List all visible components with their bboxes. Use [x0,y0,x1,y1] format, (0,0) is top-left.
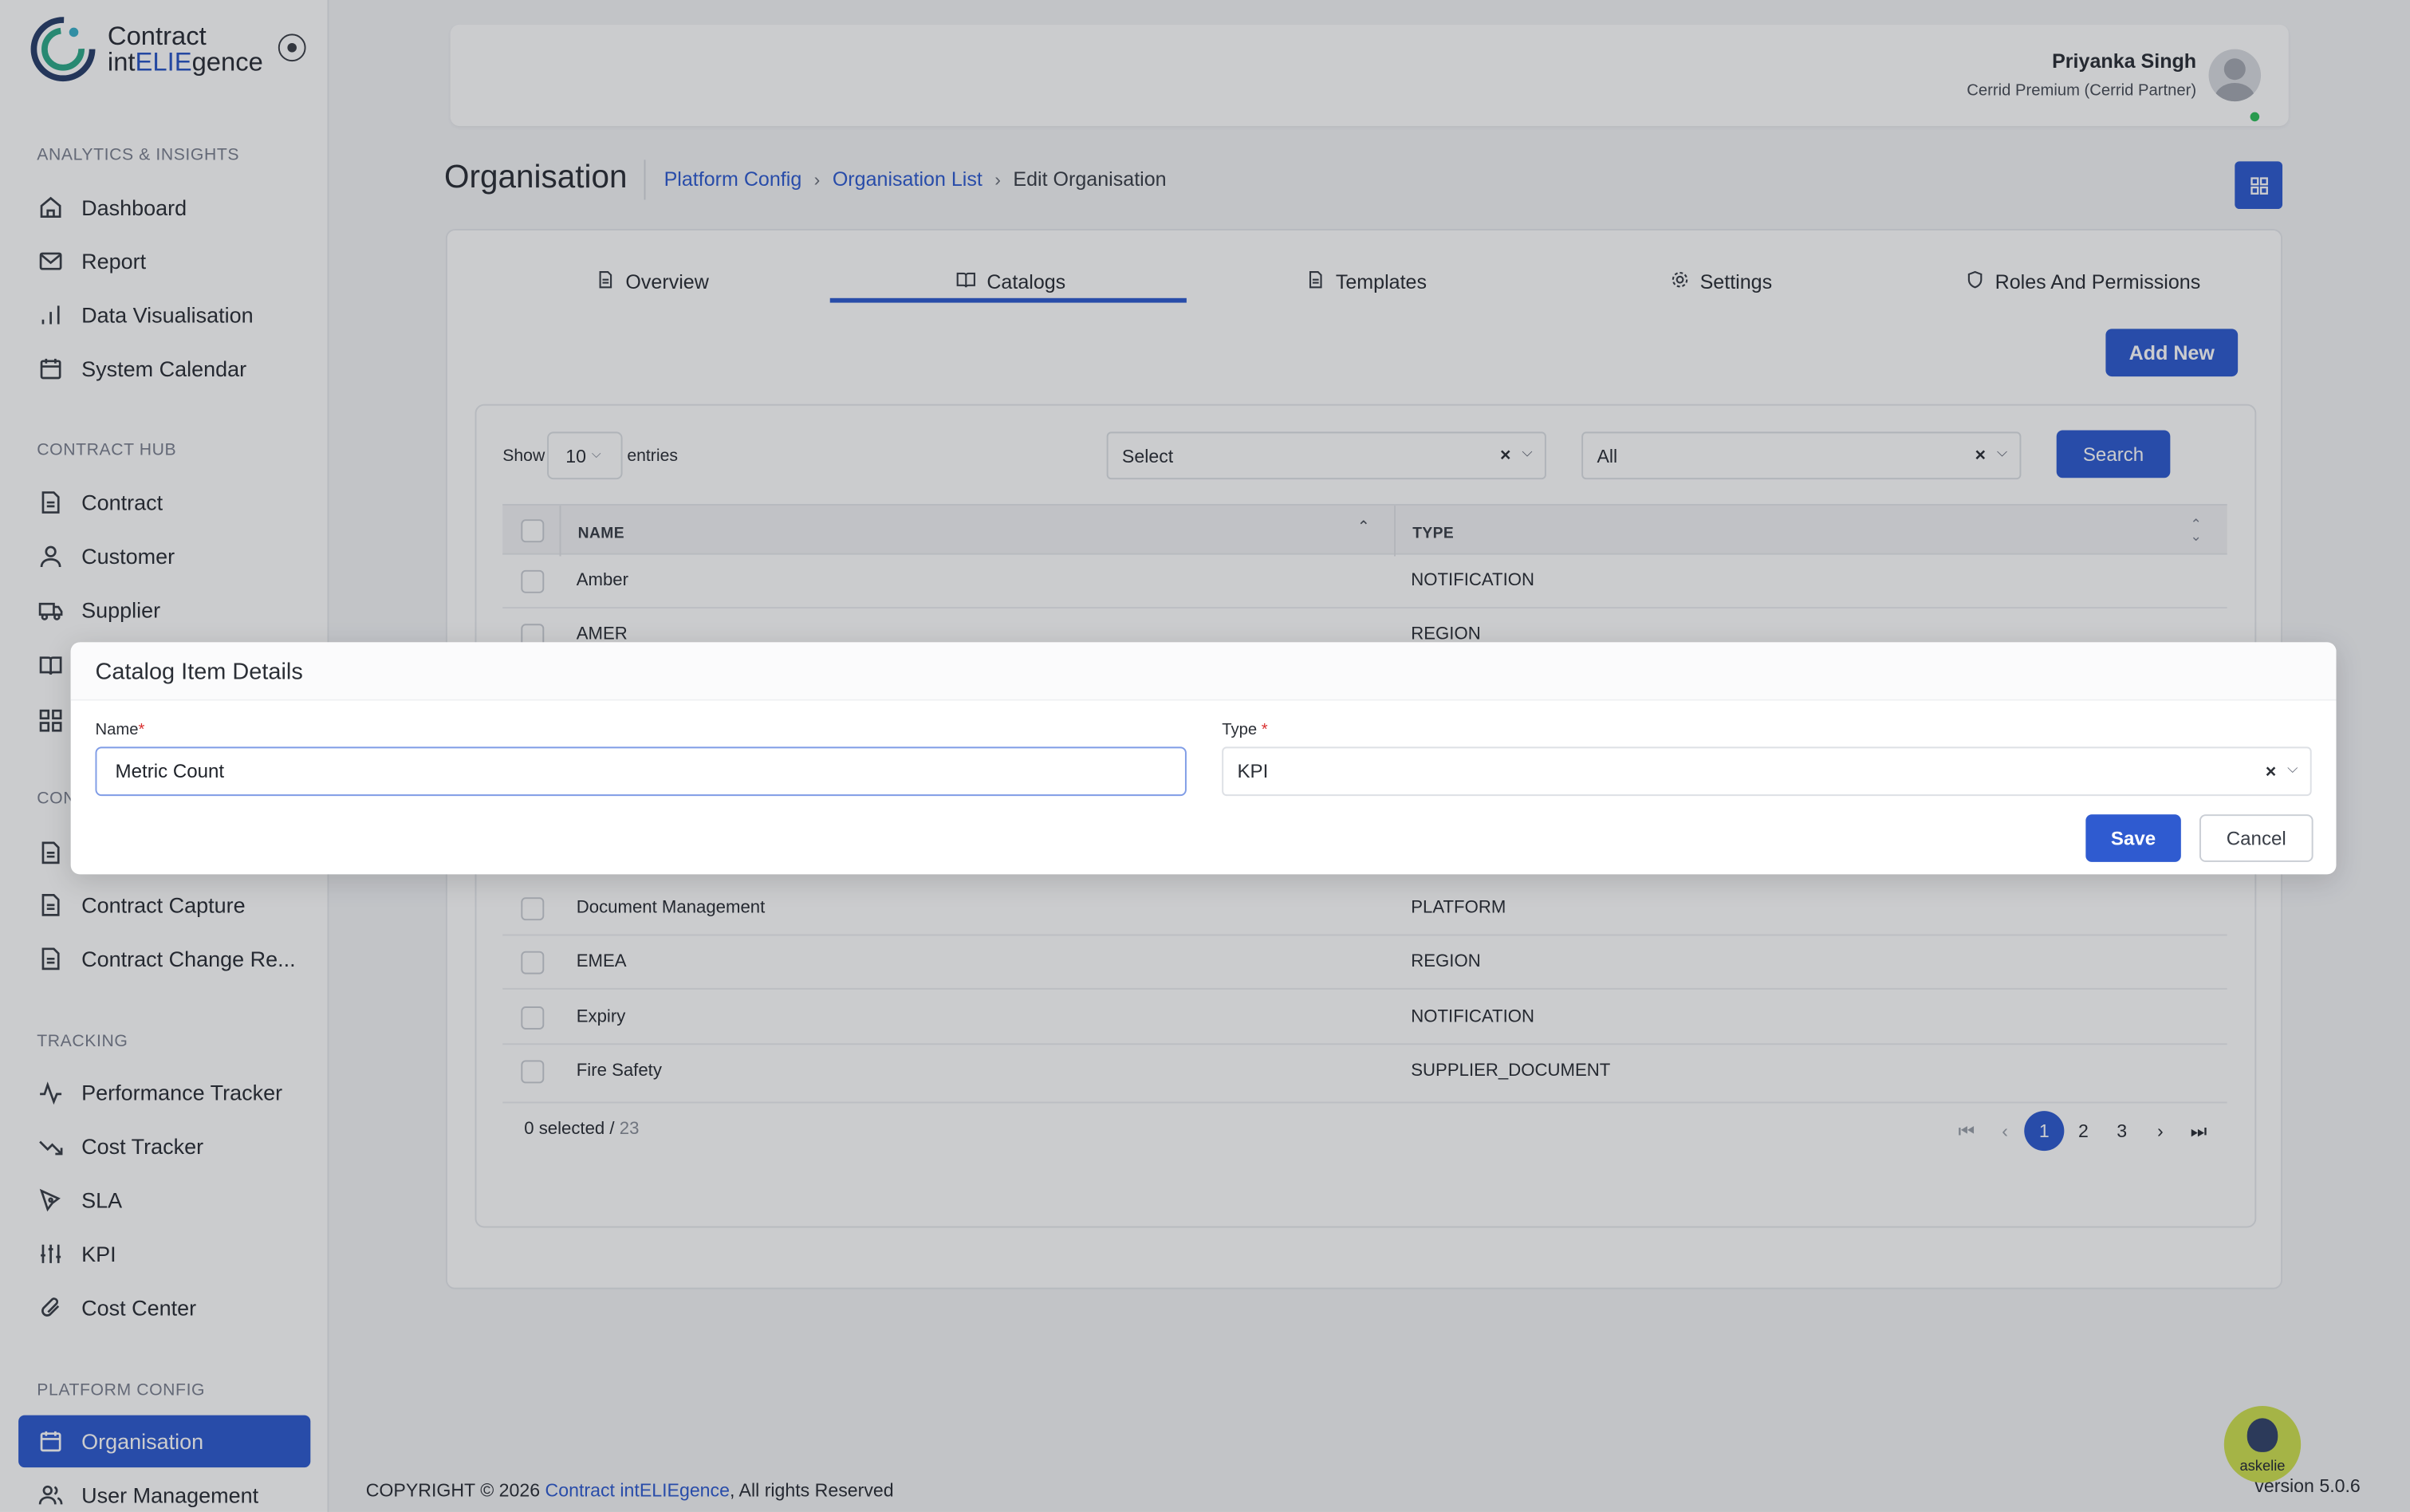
type-label: Type * [1222,720,1268,739]
type-select[interactable]: KPI × ⌵ [1222,746,2312,797]
name-label: Name* [95,720,145,739]
askelie-assistant-button[interactable]: askelie [2223,1406,2302,1483]
save-button[interactable]: Save [2085,814,2181,862]
modal-title: Catalog Item Details [95,659,303,686]
modal-header: Catalog Item Details [70,642,2337,701]
app-root: Contract intELIEgence ANALYTICS & INSIGH… [0,0,2410,1512]
clear-icon[interactable]: × [2266,761,2277,782]
name-input[interactable] [95,746,1187,797]
assistant-avatar-icon [2247,1418,2278,1452]
chevron-down-icon: ⌵ [2287,760,2298,777]
cancel-button[interactable]: Cancel [2199,814,2314,862]
catalog-item-modal: Catalog Item Details Name* Type * KPI × … [70,642,2337,875]
